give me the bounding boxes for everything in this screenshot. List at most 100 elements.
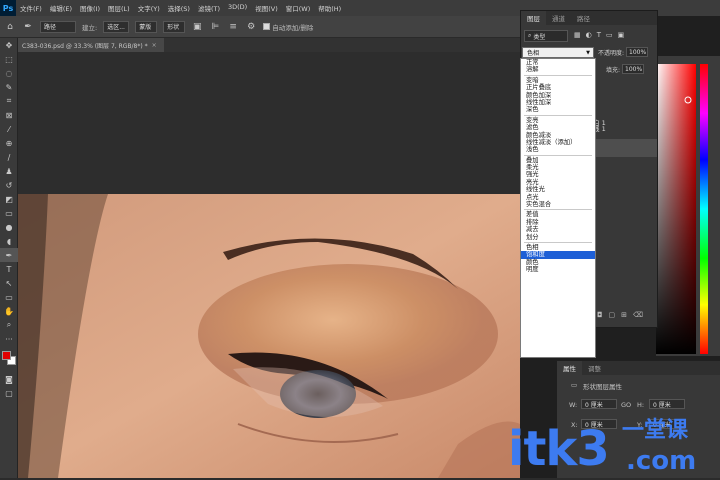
menu-item[interactable]: 选择(S) <box>164 3 194 13</box>
blend-mode-option[interactable]: 划分 <box>521 234 595 241</box>
fill-control[interactable]: 填充: 100% <box>606 64 645 74</box>
path-selection-tool-icon[interactable]: ↖ <box>0 276 18 290</box>
auto-add-delete-checkbox[interactable]: 自动添加/删除 <box>263 22 313 32</box>
layers-panel-tab[interactable]: 通道 <box>546 11 571 25</box>
path-arrangement-icon[interactable]: ≡ <box>227 21 239 33</box>
blend-mode-option[interactable]: 滤色 <box>521 124 595 131</box>
layer-filter-select[interactable]: ⌕ 类型 <box>524 30 568 42</box>
crop-tool-icon[interactable]: ⌗ <box>0 94 18 108</box>
mode-select[interactable]: 路径 <box>40 20 76 33</box>
color-picker-panel[interactable] <box>656 56 720 356</box>
move-tool-icon[interactable]: ✥ <box>0 38 18 52</box>
blend-mode-option[interactable]: 颜色加深 <box>521 92 595 99</box>
mask-button-label: 蒙版 <box>139 24 152 31</box>
link-dimensions-icon[interactable]: GO <box>621 401 631 409</box>
settings-gear-icon[interactable]: ⚙ <box>245 21 257 33</box>
history-brush-tool-icon[interactable]: ↺ <box>0 178 18 192</box>
adjustment-filter-icon[interactable]: ◐ <box>586 31 592 39</box>
clone-stamp-tool-icon[interactable]: ♟ <box>0 164 18 178</box>
lasso-tool-icon[interactable]: ◌ <box>0 66 18 80</box>
blend-mode-separator <box>524 114 592 116</box>
height-field[interactable]: 0 厘米 <box>649 399 685 409</box>
eraser-tool-icon[interactable]: ◩ <box>0 192 18 206</box>
foreground-color-swatch[interactable] <box>2 351 11 360</box>
hand-tool-icon[interactable]: ✋ <box>0 304 18 318</box>
blend-mode-option[interactable]: 饱和度 <box>521 251 595 259</box>
blend-mode-option[interactable]: 减去 <box>521 226 595 233</box>
blend-mode-option[interactable]: 溶解 <box>521 66 595 73</box>
pen-tool-icon[interactable]: ✒ <box>0 248 18 262</box>
path-operations-icon[interactable]: ▣ <box>191 21 203 33</box>
opacity-value[interactable]: 100% <box>626 47 649 57</box>
selection-button[interactable]: 选区... <box>103 20 130 33</box>
more-tools-icon[interactable]: ··· <box>0 332 18 346</box>
menu-item[interactable]: 图像(I) <box>76 3 104 13</box>
menu-item[interactable]: 编辑(E) <box>46 3 76 13</box>
shape-filter-icon[interactable]: ▭ <box>606 31 613 39</box>
blend-mode-option[interactable]: 叠加 <box>521 157 595 164</box>
blend-mode-option[interactable]: 正片叠底 <box>521 84 595 91</box>
mask-button[interactable]: 蒙版 <box>135 20 158 33</box>
opacity-control[interactable]: 不透明度: 100% <box>598 47 649 57</box>
document-tab[interactable]: C383-036.psd @ 33.3% (图层 7, RGB/8*) * × <box>18 38 164 52</box>
marquee-tool-icon[interactable]: ⬚ <box>0 52 18 66</box>
brush-tool-icon[interactable]: ∕ <box>0 150 18 164</box>
type-tool-icon[interactable]: T <box>0 262 18 276</box>
menu-item[interactable]: 文字(Y) <box>134 3 164 13</box>
menu-item[interactable]: 窗口(W) <box>282 3 315 13</box>
color-field[interactable] <box>656 56 720 356</box>
blend-mode-option[interactable]: 浅色 <box>521 146 595 153</box>
menu-item[interactable]: 3D(D) <box>224 3 251 13</box>
pixel-filter-icon[interactable]: ▦ <box>574 31 581 39</box>
blend-mode-option[interactable]: 明度 <box>521 266 595 273</box>
type-filter-icon[interactable]: T <box>597 31 601 39</box>
menu-item[interactable]: 文件(F) <box>16 3 46 13</box>
screen-mode-icon[interactable]: ▢ <box>0 386 18 400</box>
blend-mode-option[interactable]: 点光 <box>521 194 595 201</box>
quick-select-tool-icon[interactable]: ✎ <box>0 80 18 94</box>
blend-mode-option[interactable]: 实色混合 <box>521 201 595 208</box>
blend-mode-option[interactable]: 颜色减淡 <box>521 132 595 139</box>
gradient-tool-icon[interactable]: ▭ <box>0 206 18 220</box>
eye-photo-illustration <box>18 194 520 478</box>
dodge-tool-icon[interactable]: ◖ <box>0 234 18 248</box>
eyedropper-tool-icon[interactable]: ⁄ <box>0 122 18 136</box>
blend-mode-option[interactable]: 深色 <box>521 106 595 113</box>
zoom-tool-icon[interactable]: ⌕ <box>0 318 18 332</box>
selected-layer-row[interactable] <box>593 139 657 157</box>
watermark-domain: .com <box>626 446 697 476</box>
blend-mode-option[interactable]: 线性光 <box>521 186 595 193</box>
blend-mode-option[interactable]: 强光 <box>521 171 595 178</box>
shape-button[interactable]: 形状 <box>163 20 186 33</box>
menu-item[interactable]: 帮助(H) <box>314 3 345 13</box>
pen-tool-icon[interactable]: ✒ <box>22 21 34 33</box>
frame-tool-icon[interactable]: ⊠ <box>0 108 18 122</box>
delete-layer-icon[interactable]: ⌫ <box>633 311 643 319</box>
home-icon[interactable]: ⌂ <box>4 21 16 33</box>
blur-tool-icon[interactable]: ● <box>0 220 18 234</box>
color-swatches[interactable] <box>0 346 17 372</box>
blend-mode-option[interactable]: 差值 <box>521 211 595 218</box>
menu-item[interactable]: 图层(L) <box>104 3 134 13</box>
fill-value[interactable]: 100% <box>622 64 645 74</box>
healing-brush-tool-icon[interactable]: ⊕ <box>0 136 18 150</box>
path-alignment-icon[interactable]: ⊫ <box>209 21 221 33</box>
tools-panel: ✥ ⬚ ◌ ✎ ⌗ ⊠ ⁄ ⊕ ∕ ♟ ↺ ◩ ▭ ● ◖ ✒ T ↖ ▭ ✋ … <box>0 38 18 478</box>
menu-item[interactable]: 视图(V) <box>251 3 282 13</box>
new-layer-icon[interactable]: ⊞ <box>621 311 627 319</box>
menu-item[interactable]: 滤镜(T) <box>194 3 224 13</box>
layers-panel-tab[interactable]: 路径 <box>571 11 596 25</box>
layers-panel-tab[interactable]: 图层 <box>521 11 546 25</box>
canvas-photo[interactable] <box>18 194 520 478</box>
add-mask-icon[interactable]: ◘ <box>597 311 603 319</box>
blend-mode-select[interactable]: 色相 ▼ <box>522 47 594 58</box>
smart-object-filter-icon[interactable]: ▣ <box>618 31 625 39</box>
properties-panel-tab[interactable]: 调整 <box>582 361 607 375</box>
width-field[interactable]: 0 厘米 <box>581 399 617 409</box>
rectangle-tool-icon[interactable]: ▭ <box>0 290 18 304</box>
quick-mask-icon[interactable]: ◙ <box>0 372 18 386</box>
close-tab-icon[interactable]: × <box>152 42 157 49</box>
properties-panel-tab[interactable]: 属性 <box>557 361 582 375</box>
new-group-icon[interactable]: ▢ <box>609 311 616 319</box>
photoshop-logo[interactable]: Ps <box>0 0 16 16</box>
